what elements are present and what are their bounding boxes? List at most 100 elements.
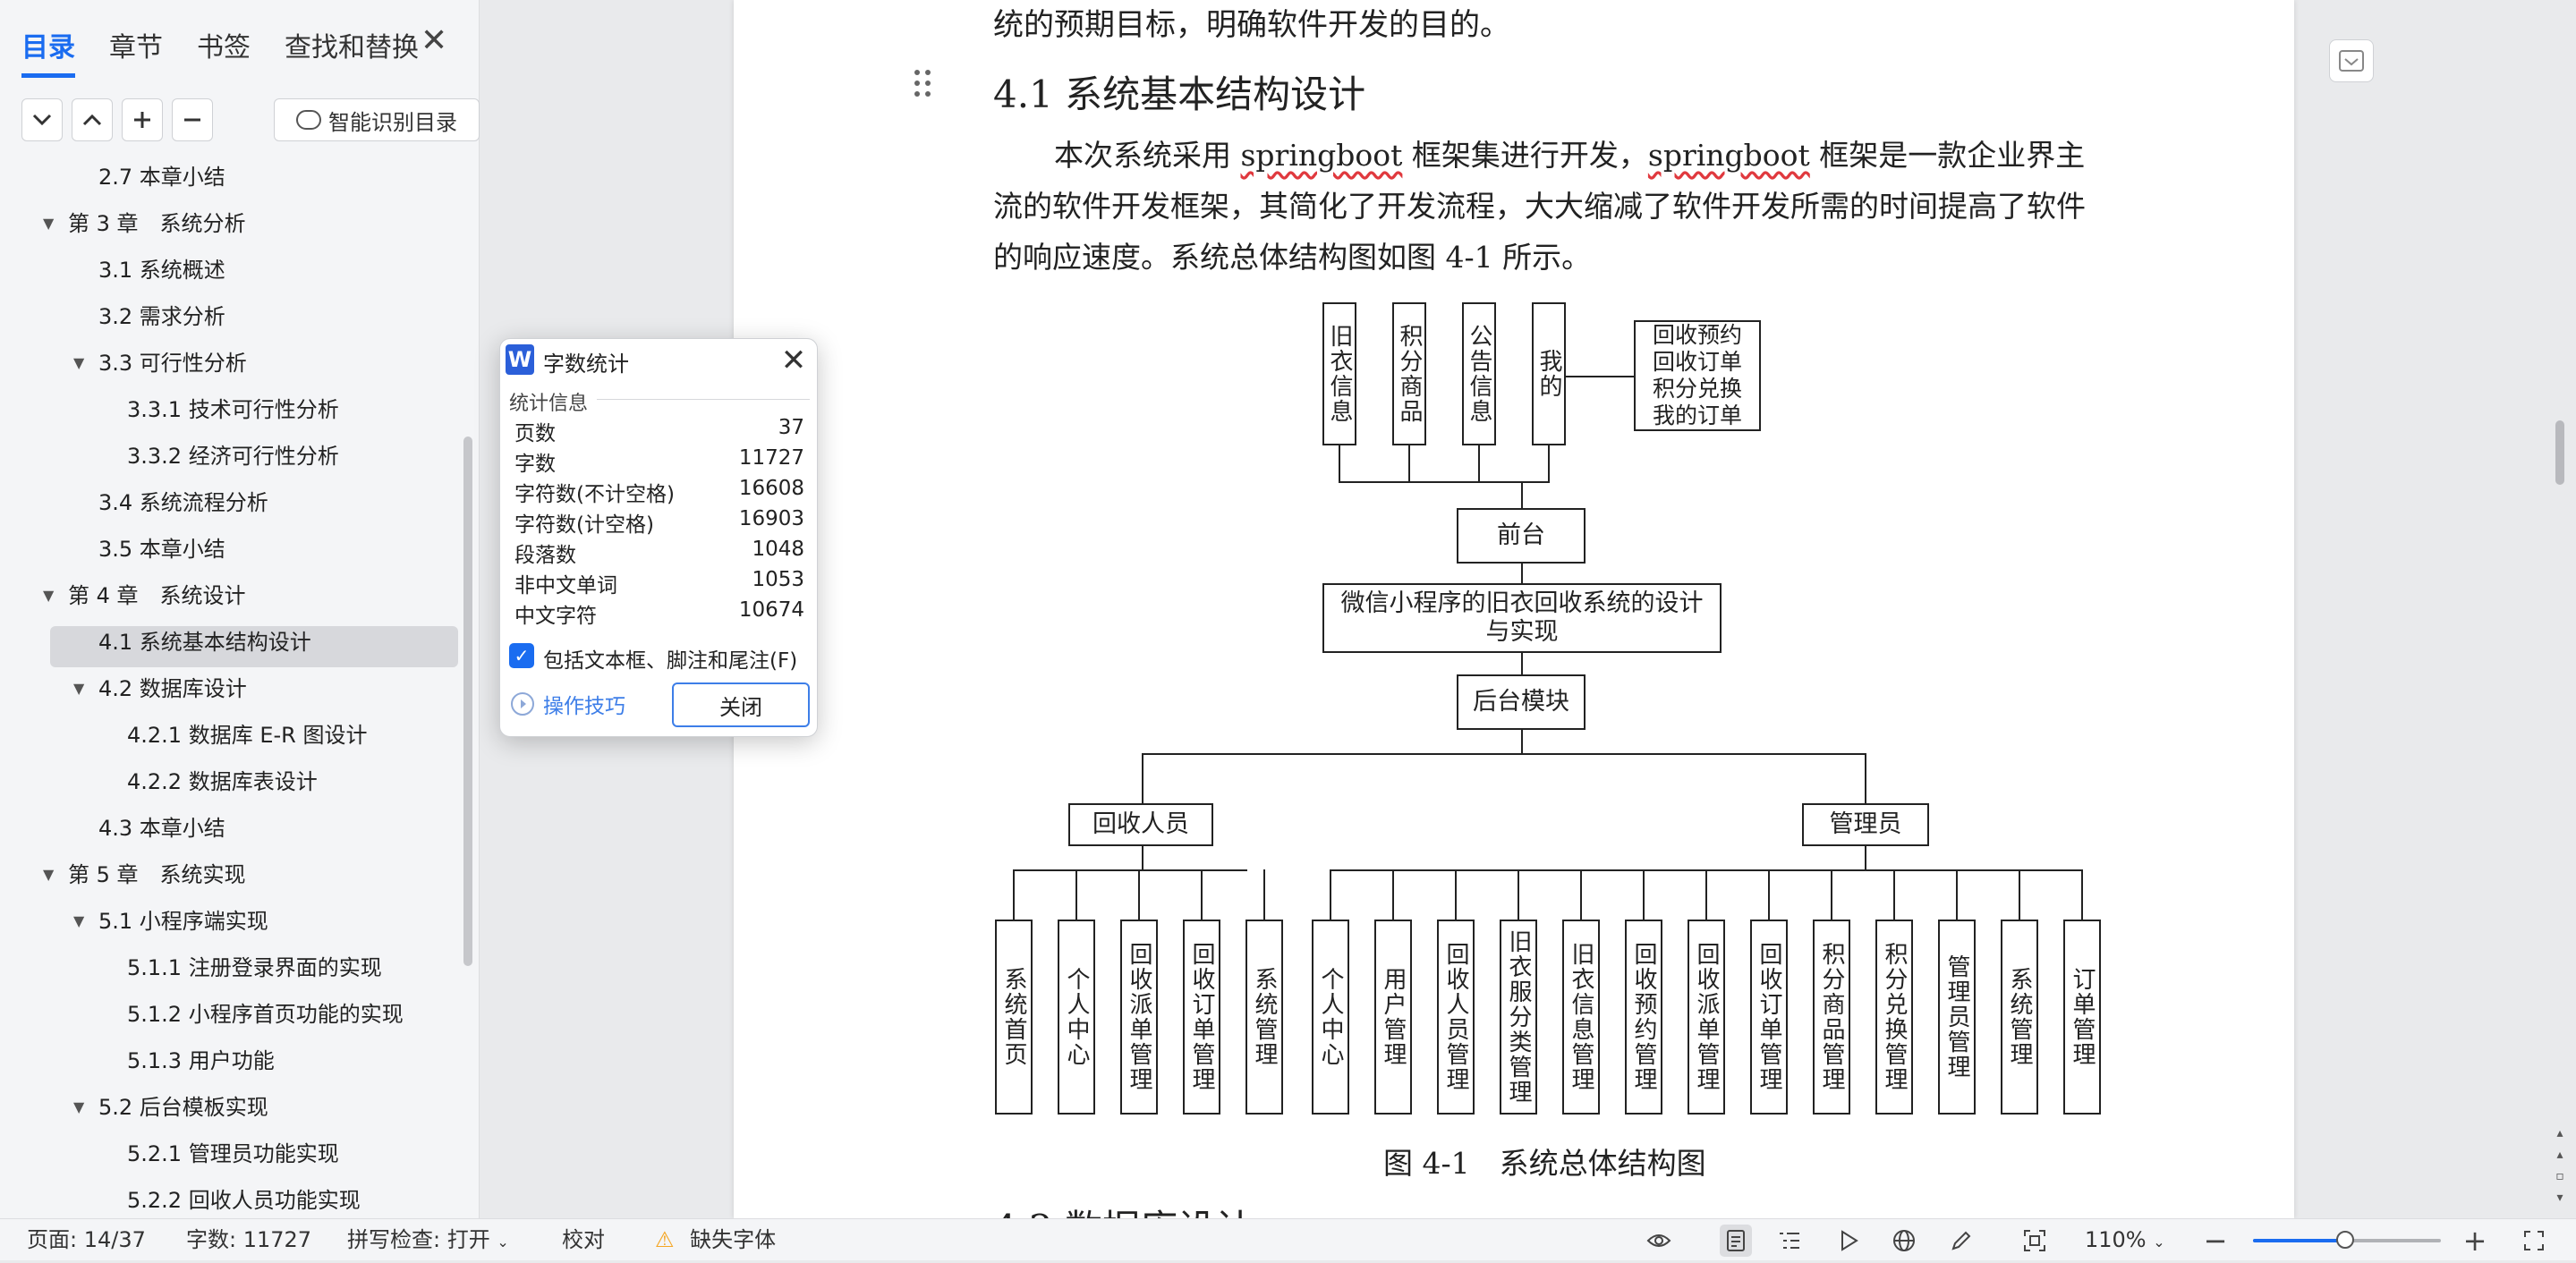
admin-module-box: 积分商品管理 [1813,920,1850,1115]
toc-item[interactable]: 3.4 系统流程分析 [98,483,268,522]
toc-item[interactable]: 2.7 本章小结 [98,157,225,197]
pen-icon[interactable] [1949,1228,1974,1253]
toc-item[interactable]: 4.1 系统基本结构设计 [98,623,311,662]
admin-module-box: 回收预约管理 [1625,920,1662,1115]
spell-check-toggle[interactable]: 拼写检查: 打开 ⌄ [347,1219,509,1261]
toc-item[interactable]: 4.2.2 数据库表设计 [127,762,318,801]
toc-item-label: 5.1.3 用户功能 [127,1048,275,1073]
submodule-label: 积分兑换 [1652,376,1742,402]
spell-error-word[interactable]: springboot [1241,138,1403,173]
document-page: 统的预期目标，明确软件开发的目的。 4.1 系统基本结构设计 本次系统采用 sp… [734,0,2294,1218]
toc-item-label: 3.1 系统概述 [98,258,225,283]
page-view-icon[interactable] [1720,1225,1752,1257]
checkbox-label[interactable]: 包括文本框、脚注和尾注(F) [543,643,797,674]
expand-caret-icon[interactable]: ▼ [43,855,54,894]
admin-module-box: 回收人员管理 [1437,920,1475,1115]
stat-row: 页数 37 [514,416,804,446]
body-paragraph[interactable]: 本次系统采用 springboot 框架集进行开发，springboot 框架是… [993,130,2113,283]
toc-item-label: 3.3 可行性分析 [98,351,247,376]
fullscreen-icon[interactable] [2521,1228,2546,1253]
word-count-indicator[interactable]: 字数: 11727 [186,1219,311,1261]
toc-item[interactable]: 3.5 本章小结 [98,530,225,569]
tab-chapters[interactable]: 章节 [109,25,163,73]
scroll-up-icon[interactable]: ▴ [2551,1123,2569,1144]
toc-item[interactable]: ▼ 第 4 章 系统设计 [43,576,246,615]
smart-toc-button[interactable]: 智能识别目录 [274,98,480,141]
expand-caret-icon[interactable]: ▼ [43,576,54,615]
chevron-up-icon[interactable] [72,98,113,141]
tips-link[interactable]: 操作技巧 [511,684,625,724]
toc-item[interactable]: ▼ 5.1 小程序端实现 [73,902,268,941]
frontend-box: 前台 [1457,508,1586,564]
frontend-module-box: 我的 [1532,302,1566,445]
toc-item[interactable]: 3.3.2 经济可行性分析 [127,437,339,476]
scroll-nav-icons[interactable]: ▴ ▴ ▫ ▾ [2551,1123,2569,1208]
play-icon[interactable] [1836,1228,1861,1253]
toc-item[interactable]: 4.2.1 数据库 E-R 图设计 [127,716,367,755]
plus-icon[interactable] [122,98,163,141]
admin-role-box: 管理员 [1802,803,1929,846]
toc-item[interactable]: 3.3.1 技术可行性分析 [127,390,339,429]
include-textbox-checkbox[interactable]: ✓ [509,643,534,668]
connector-line [1521,481,1523,508]
admin-module-box: 回收派单管理 [1688,920,1725,1115]
select-browse-icon[interactable]: ▫ [2551,1166,2569,1187]
toc-item[interactable]: ▼ 第 5 章 系统实现 [43,855,246,894]
connector-line [1013,869,1015,920]
zoom-out-icon[interactable]: − [2203,1224,2228,1258]
navigation-pane: 目录 章节 书签 查找和替换 ✕ 智能识别目录 2.7 本章小结 ▼ 第 3 章 系… [0,0,480,1218]
stat-row: 非中文单词 1053 [514,568,804,598]
next-page-icon[interactable]: ▾ [2551,1187,2569,1208]
submodule-label: 回收预约 [1652,322,1742,348]
expand-caret-icon[interactable]: ▼ [43,204,54,243]
expand-caret-icon[interactable]: ▼ [73,343,84,383]
outline-view-icon[interactable] [1777,1228,1802,1253]
toc-item[interactable]: 3.2 需求分析 [98,297,225,336]
connector-line [1548,445,1550,483]
toc-item[interactable]: 5.1.1 注册登录界面的实现 [127,948,382,988]
close-icon[interactable]: ✕ [421,23,447,59]
drag-handle-icon[interactable] [914,70,936,100]
toc-item[interactable]: 5.2.1 管理员功能实现 [127,1134,339,1174]
toc-item[interactable]: ▼ 4.2 数据库设计 [73,669,247,708]
page-indicator[interactable]: 页面: 14/37 [27,1219,146,1261]
eye-icon[interactable] [1646,1228,1671,1253]
divider [597,399,810,400]
zoom-in-icon[interactable]: + [2462,1224,2487,1258]
zoom-select[interactable]: 110% ⌄ [2085,1219,2165,1261]
toc-item[interactable]: ▼ 3.3 可行性分析 [73,343,247,383]
toc-item[interactable]: 5.1.2 小程序首页功能的实现 [127,995,404,1034]
proofread-button[interactable]: 校对 [562,1219,605,1261]
toc-item[interactable]: 4.3 本章小结 [98,809,225,848]
connector-line [1956,869,1958,920]
connector-line [1478,445,1480,483]
toc-item[interactable]: ▼ 5.2 后台模板实现 [73,1088,268,1127]
tab-toc[interactable]: 目录 [21,25,75,78]
frontend-module-box: 积分商品 [1392,302,1426,445]
spell-error-word[interactable]: springboot [1648,138,1810,173]
missing-font-indicator[interactable]: ⚠ 缺失字体 [655,1219,776,1261]
toc-item[interactable]: 5.2.2 回收人员功能实现 [127,1181,361,1213]
nav-scrollbar[interactable] [463,437,472,966]
expand-caret-icon[interactable]: ▼ [73,1088,84,1127]
toc-item[interactable]: 5.1.3 用户功能 [127,1041,275,1081]
collapse-panel-button[interactable] [2329,39,2374,82]
fit-page-icon[interactable] [2022,1228,2047,1253]
tab-find-replace[interactable]: 查找和替换 [285,25,419,73]
document-scrollbar[interactable] [2555,420,2564,485]
globe-icon[interactable] [1892,1228,1917,1253]
expand-caret-icon[interactable]: ▼ [73,902,84,941]
prev-page-icon[interactable]: ▴ [2551,1144,2569,1166]
close-button[interactable]: 关闭 [672,682,810,727]
zoom-slider-handle[interactable] [2336,1231,2354,1249]
expand-caret-icon[interactable]: ▼ [73,669,84,708]
admin-module-box: 旧衣信息管理 [1562,920,1600,1115]
toc-item[interactable]: 3.1 系统概述 [98,250,225,290]
toc-item[interactable]: ▼ 第 3 章 系统分析 [43,204,246,243]
chevron-down-icon[interactable] [21,98,63,141]
my-submodule-box: 回收预约 回收订单 积分兑换 我的订单 [1634,320,1761,431]
close-icon[interactable]: ✕ [774,341,813,380]
tab-bookmarks[interactable]: 书签 [197,25,251,73]
minus-icon[interactable] [172,98,213,141]
toc-item-label: 5.2.1 管理员功能实现 [127,1141,339,1166]
